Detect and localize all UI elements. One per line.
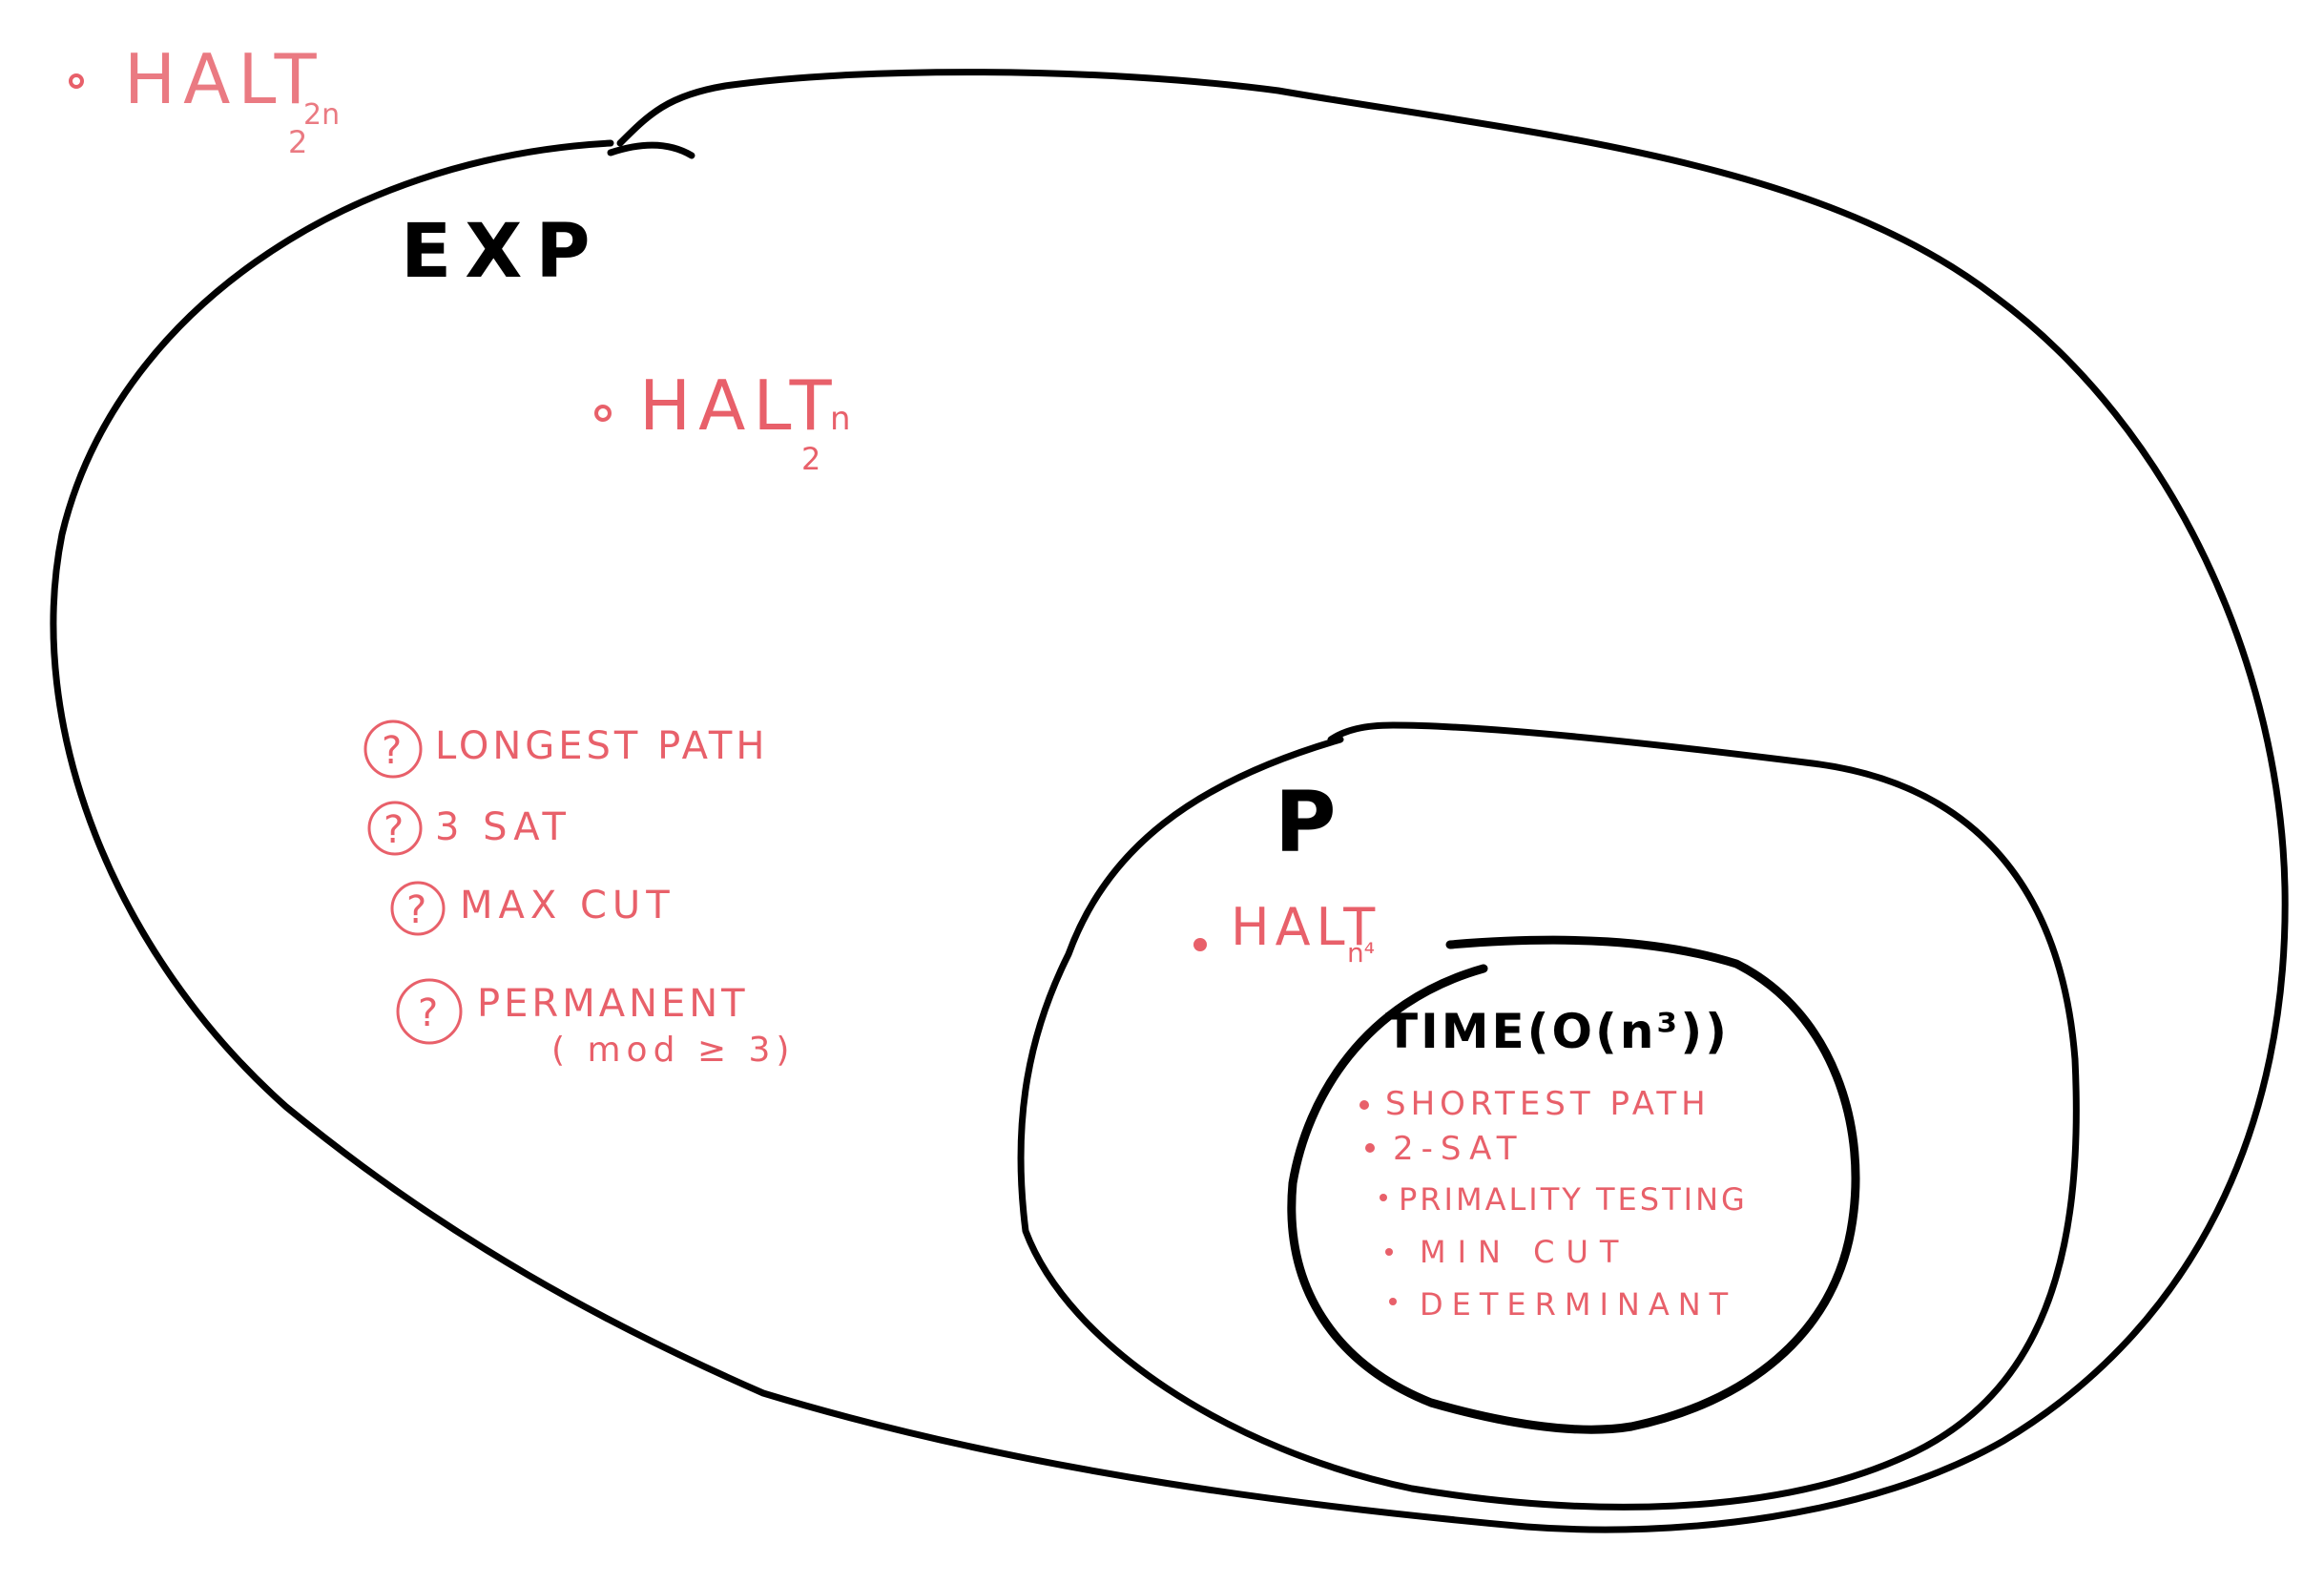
halt-exp-sub: 2 bbox=[801, 441, 820, 477]
question-mark: ? bbox=[406, 888, 426, 932]
exp-outline bbox=[50, 69, 2289, 1533]
list-item: 2-SAT bbox=[1365, 1130, 1525, 1168]
bullet-dot bbox=[1359, 1100, 1369, 1110]
halt-outside-item: HALT 2 2n bbox=[69, 39, 340, 160]
time-problem-label: SHORTEST PATH bbox=[1385, 1085, 1711, 1123]
bullet-dot bbox=[1193, 938, 1207, 951]
bullet-dot bbox=[1385, 1248, 1393, 1256]
question-mark: ? bbox=[418, 991, 438, 1035]
unknown-problems-list: ? LONGEST PATH ? 3 SAT ? MAX CUT ? PERMA… bbox=[363, 719, 795, 1070]
list-item: ? MAX CUT bbox=[390, 881, 675, 936]
bullet-dot bbox=[1365, 1143, 1375, 1153]
bullet-dot bbox=[594, 405, 612, 422]
question-mark: ? bbox=[382, 729, 402, 773]
list-item: ? PERMANENT ( mod ≥ 3) bbox=[396, 978, 795, 1070]
unknown-problem-label: LONGEST PATH bbox=[435, 724, 768, 768]
halt-p-item: HALT n⁴ bbox=[1193, 897, 1375, 969]
halt-p-sub: n⁴ bbox=[1347, 937, 1375, 969]
p-label: P bbox=[1275, 773, 1337, 871]
list-item: ? 3 SAT bbox=[367, 801, 571, 856]
exp-label: EXP bbox=[401, 209, 604, 295]
time-problem-label: DETERMINANT bbox=[1420, 1286, 1736, 1323]
halt-exp-item: HALT 2 n bbox=[594, 365, 851, 477]
time-label: TIME(O(n³)) bbox=[1385, 1004, 1730, 1059]
halt-exp-label: HALT bbox=[639, 365, 840, 446]
unknown-problem-label: MAX CUT bbox=[460, 884, 675, 927]
time-problems-list: SHORTEST PATH 2-SAT PRIMALITY TESTING MI… bbox=[1359, 1085, 1748, 1323]
list-item: SHORTEST PATH bbox=[1359, 1085, 1711, 1123]
list-item: DETERMINANT bbox=[1389, 1286, 1736, 1323]
halt-outside-label: HALT bbox=[124, 39, 324, 119]
unknown-problem-label: PERMANENT bbox=[477, 982, 749, 1026]
list-item: PRIMALITY TESTING bbox=[1380, 1181, 1748, 1218]
unknown-problem-label: 3 SAT bbox=[435, 805, 571, 849]
bullet-dot bbox=[1389, 1298, 1397, 1305]
question-mark: ? bbox=[384, 808, 404, 852]
bullet-dot bbox=[1380, 1194, 1387, 1201]
unknown-problem-note: ( mod ≥ 3) bbox=[551, 1031, 795, 1070]
complexity-class-diagram: EXP P TIME(O(n³)) HALT 2 2n HALT 2 n ? L… bbox=[50, 39, 2289, 1533]
halt-exp-sup: n bbox=[830, 400, 851, 438]
time-problem-label: MIN CUT bbox=[1420, 1234, 1629, 1270]
list-item: ? LONGEST PATH bbox=[363, 719, 768, 779]
time-problem-label: PRIMALITY TESTING bbox=[1399, 1181, 1748, 1218]
bullet-dot bbox=[69, 73, 84, 89]
exp-set: EXP bbox=[50, 69, 2289, 1533]
time-problem-label: 2-SAT bbox=[1393, 1130, 1525, 1168]
halt-outside-sup: 2n bbox=[303, 98, 340, 132]
exp-outline-overlap bbox=[607, 141, 695, 159]
list-item: MIN CUT bbox=[1385, 1234, 1629, 1270]
